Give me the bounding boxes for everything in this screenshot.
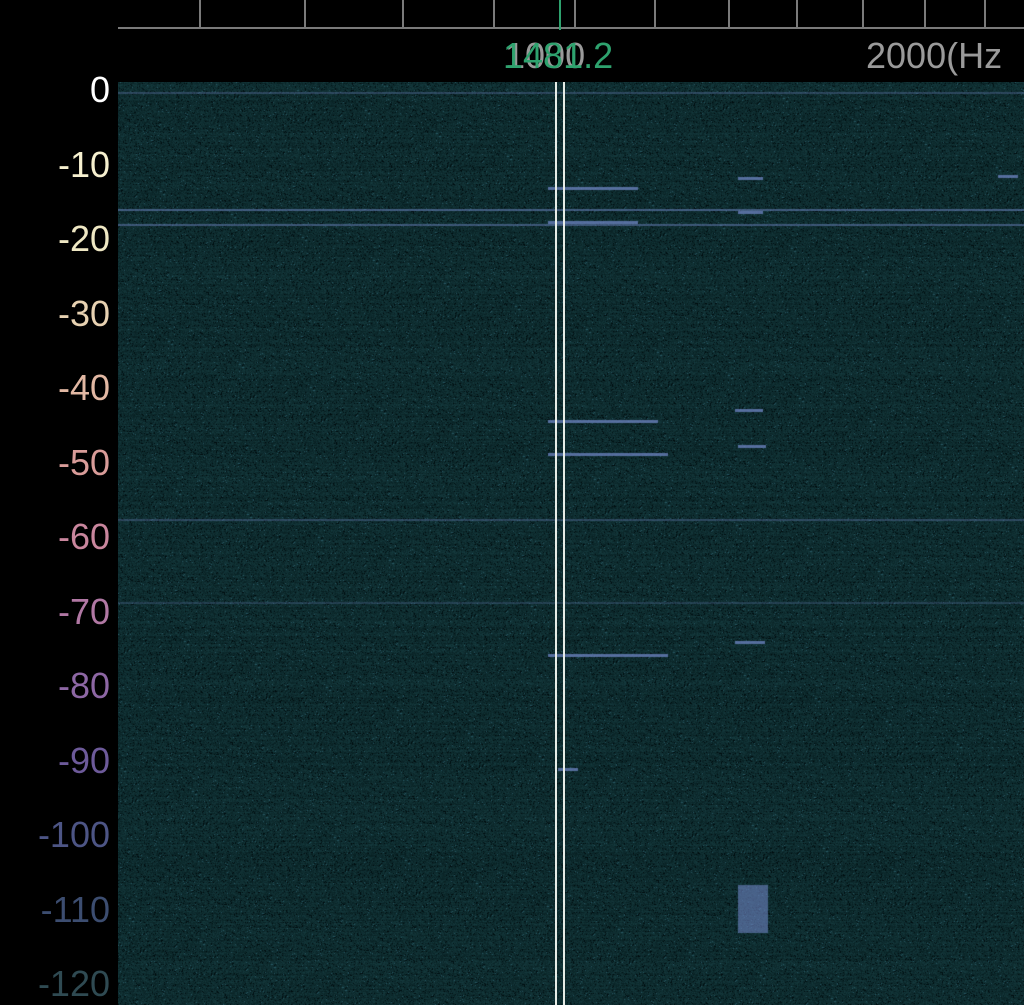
y-tick-label: -80 <box>57 665 110 706</box>
y-tick-label: -90 <box>57 739 110 781</box>
y-tick-label: -40 <box>57 367 110 408</box>
y-tick-label: -10 <box>57 143 110 185</box>
y-tick-label: -20 <box>57 218 110 259</box>
frequency-ticks <box>199 0 986 28</box>
y-tick-label: 0 <box>89 69 110 110</box>
frequency-axis[interactable] <box>0 0 1024 82</box>
waterfall-spectrogram[interactable] <box>118 82 1024 1005</box>
y-tick-label: -100 <box>37 814 110 855</box>
y-tick-label: -30 <box>57 292 110 334</box>
y-tick-label: -120 <box>37 963 110 1004</box>
cursor-line-left[interactable] <box>555 82 557 1005</box>
spectrogram-canvas[interactable] <box>118 82 1024 1005</box>
y-tick-label: -110 <box>40 888 110 930</box>
y-axis: 0 -10 -20 -30 -40 -50 -60 -70 -80 -90 -100 -110 -120 <box>0 72 118 1005</box>
y-tick-label: -50 <box>57 441 110 483</box>
y-tick-label: -70 <box>57 590 110 632</box>
y-tick-label: -60 <box>57 516 110 557</box>
cursor-line-right[interactable] <box>563 82 565 1005</box>
